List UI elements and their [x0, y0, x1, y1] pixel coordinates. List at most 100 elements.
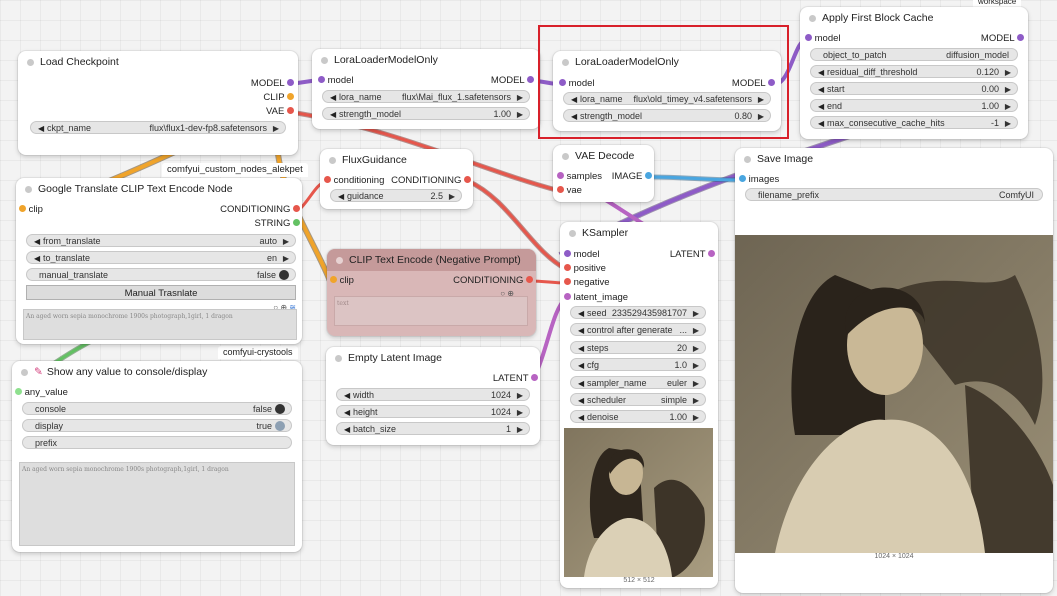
model-socket-icon[interactable]: [527, 75, 534, 83]
vae-decode-node[interactable]: VAE Decode samples vae IMAGE: [553, 145, 654, 202]
arrow-right-icon[interactable]: ▶: [758, 110, 764, 121]
output-model[interactable]: MODEL: [732, 77, 775, 91]
arrow-right-icon[interactable]: ▶: [283, 252, 289, 263]
vae-socket-icon[interactable]: [287, 106, 294, 114]
to-translate-combo[interactable]: ◀ to_translate en ▶: [26, 251, 296, 264]
latent-socket-icon[interactable]: [531, 373, 538, 381]
flux-guidance-node[interactable]: FluxGuidance conditioning CONDITIONING ◀…: [320, 149, 473, 209]
arrow-left-icon[interactable]: ◀: [330, 108, 339, 119]
any-socket-icon[interactable]: [15, 387, 22, 395]
filename-prefix-text[interactable]: filename_prefix ComfyUI: [745, 188, 1043, 201]
arrow-left-icon[interactable]: ◀: [34, 235, 43, 246]
output-vae[interactable]: VAE: [266, 105, 294, 119]
strength-model-slider[interactable]: ◀ strength_model 1.00 ▶: [322, 107, 530, 120]
arrow-right-icon[interactable]: ▶: [693, 342, 699, 353]
collapse-dot-icon[interactable]: [562, 59, 569, 66]
prompt-textarea[interactable]: An aged worn sepia monochrome 1900s phot…: [23, 309, 297, 340]
arrow-right-icon[interactable]: ▶: [1005, 83, 1011, 94]
input-latent-image[interactable]: latent_image: [564, 291, 628, 305]
arrow-left-icon[interactable]: ◀: [578, 307, 587, 318]
output-model[interactable]: MODEL: [251, 77, 294, 91]
collapse-dot-icon[interactable]: [562, 153, 569, 160]
arrow-right-icon[interactable]: ▶: [517, 108, 523, 119]
input-clip[interactable]: clip: [330, 274, 354, 288]
conditioning-socket-icon[interactable]: [464, 175, 471, 183]
image-socket-icon[interactable]: [645, 171, 652, 179]
empty-latent-node[interactable]: Empty Latent Image LATENT ◀ width 1024 ▶ …: [326, 347, 540, 445]
string-socket-icon[interactable]: [293, 218, 300, 226]
arrow-left-icon[interactable]: ◀: [571, 93, 580, 104]
strength-model-slider[interactable]: ◀ strength_model 0.80 ▶: [563, 109, 771, 122]
cfg-slider[interactable]: ◀ cfg 1.0 ▶: [570, 358, 706, 371]
output-latent[interactable]: LATENT: [493, 372, 538, 386]
arrow-left-icon[interactable]: ◀: [578, 411, 587, 422]
collapse-dot-icon[interactable]: [21, 369, 28, 376]
scheduler-combo[interactable]: ◀ scheduler simple ▶: [570, 393, 706, 406]
ckpt-name-combo[interactable]: ◀ ckpt_name flux\flux1-dev-fp8.safetensor…: [30, 121, 286, 134]
batch-size-slider[interactable]: ◀ batch_size 1 ▶: [336, 422, 530, 435]
arrow-left-icon[interactable]: ◀: [344, 406, 353, 417]
output-latent[interactable]: LATENT: [670, 248, 715, 262]
model-socket-icon[interactable]: [564, 249, 571, 257]
width-slider[interactable]: ◀ width 1024 ▶: [336, 388, 530, 401]
display-output-textarea[interactable]: An aged worn sepia monochrome 1900s phot…: [19, 462, 295, 546]
arrow-right-icon[interactable]: ▶: [693, 411, 699, 422]
input-positive[interactable]: positive: [564, 262, 606, 276]
clip-socket-icon[interactable]: [19, 204, 26, 212]
save-image-node[interactable]: Save Image images filename_prefix ComfyU…: [735, 148, 1053, 593]
input-samples[interactable]: samples: [557, 170, 602, 184]
model-socket-icon[interactable]: [1017, 33, 1024, 41]
prefix-text[interactable]: prefix: [22, 436, 292, 449]
denoise-slider[interactable]: ◀ denoise 1.00 ▶: [570, 410, 706, 423]
start-slider[interactable]: ◀ start 0.00 ▶: [810, 82, 1018, 95]
lora-name-combo[interactable]: ◀ lora_name flux\old_timey_v4.safetensors…: [563, 92, 771, 105]
arrow-right-icon[interactable]: ▶: [283, 235, 289, 246]
input-negative[interactable]: negative: [564, 276, 610, 290]
ksampler-node[interactable]: KSampler model positive negative latent_…: [560, 222, 718, 588]
output-image-preview[interactable]: [735, 235, 1053, 553]
arrow-right-icon[interactable]: ▶: [693, 377, 699, 388]
arrow-left-icon[interactable]: ◀: [338, 190, 347, 201]
display-toggle[interactable]: display true: [22, 419, 292, 432]
arrow-left-icon[interactable]: ◀: [578, 342, 587, 353]
image-socket-icon[interactable]: [739, 174, 746, 182]
latent-preview-image[interactable]: [564, 428, 713, 577]
arrow-right-icon[interactable]: ▶: [693, 307, 699, 318]
model-socket-icon[interactable]: [768, 78, 775, 86]
collapse-dot-icon[interactable]: [27, 59, 34, 66]
model-socket-icon[interactable]: [318, 75, 325, 83]
lora-name-combo[interactable]: ◀ lora_name flux\Mai_flux_1.safetensors ▶: [322, 90, 530, 103]
arrow-left-icon[interactable]: ◀: [578, 359, 587, 370]
steps-slider[interactable]: ◀ steps 20 ▶: [570, 341, 706, 354]
arrow-left-icon[interactable]: ◀: [578, 324, 587, 335]
conditioning-socket-icon[interactable]: [564, 277, 571, 285]
from-translate-combo[interactable]: ◀ from_translate auto ▶: [26, 234, 296, 247]
lora-loader-node-1[interactable]: LoraLoaderModelOnly model MODEL ◀ lora_na…: [312, 49, 540, 129]
load-checkpoint-node[interactable]: Load Checkpoint MODEL CLIP VAE ◀ ckpt_nam…: [18, 51, 298, 155]
arrow-left-icon[interactable]: ◀: [818, 66, 827, 77]
collapse-dot-icon[interactable]: [329, 157, 336, 164]
model-socket-icon[interactable]: [805, 33, 812, 41]
arrow-right-icon[interactable]: ▶: [1005, 117, 1011, 128]
latent-socket-icon[interactable]: [708, 249, 715, 257]
manual-translate-toggle[interactable]: manual_translate false: [26, 268, 296, 281]
arrow-right-icon[interactable]: ▶: [693, 324, 699, 335]
arrow-left-icon[interactable]: ◀: [578, 377, 587, 388]
input-model[interactable]: model: [805, 32, 841, 46]
arrow-right-icon[interactable]: ▶: [758, 93, 764, 104]
arrow-left-icon[interactable]: ◀: [38, 122, 47, 133]
input-model[interactable]: model: [559, 77, 595, 91]
conditioning-socket-icon[interactable]: [526, 275, 533, 283]
residual-diff-threshold-slider[interactable]: ◀ residual_diff_threshold 0.120 ▶: [810, 65, 1018, 78]
manual-translate-button[interactable]: Manual Trasnlate: [26, 285, 296, 300]
arrow-left-icon[interactable]: ◀: [34, 252, 43, 263]
collapse-dot-icon[interactable]: [335, 355, 342, 362]
max-consecutive-cache-hits-slider[interactable]: ◀ max_consecutive_cache_hits -1 ▶: [810, 116, 1018, 129]
output-conditioning[interactable]: CONDITIONING: [391, 174, 471, 188]
collapse-dot-icon[interactable]: [744, 156, 751, 163]
arrow-right-icon[interactable]: ▶: [517, 91, 523, 102]
negative-text-textarea[interactable]: text: [334, 296, 528, 326]
guidance-slider[interactable]: ◀ guidance 2.5 ▶: [330, 189, 462, 202]
output-model[interactable]: MODEL: [981, 32, 1024, 46]
conditioning-socket-icon[interactable]: [293, 204, 300, 212]
